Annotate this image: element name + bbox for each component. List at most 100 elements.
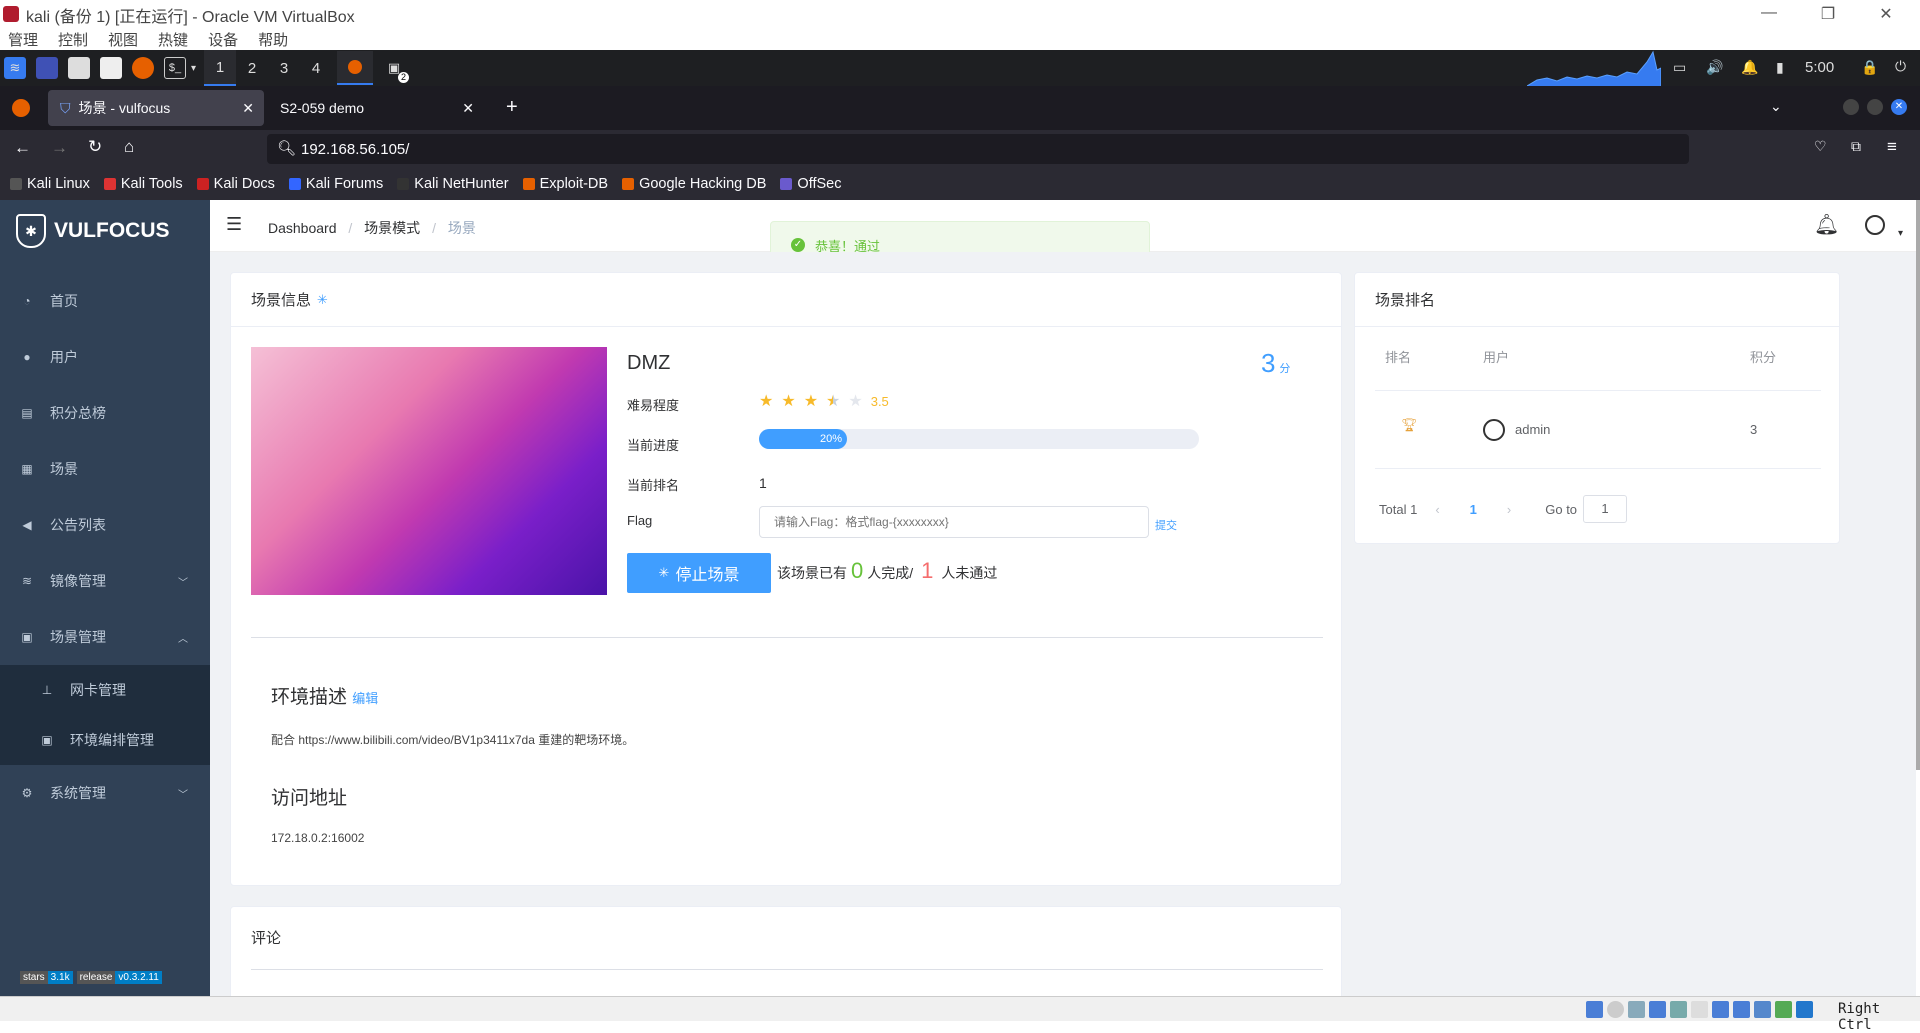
close-icon[interactable]: ✕ — [1871, 4, 1901, 26]
bookmark-kali-forums[interactable]: Kali Forums — [288, 176, 383, 192]
workspace-1[interactable]: 1 — [204, 50, 237, 86]
terminal-task-icon[interactable]: ▣ 2 — [383, 57, 410, 83]
list-tabs-icon[interactable]: ⌄ — [1770, 98, 1782, 115]
workspace-3[interactable]: 3 — [268, 50, 300, 86]
menu-help[interactable]: 帮助 — [258, 29, 288, 50]
bookmark-kali-tools[interactable]: Kali Tools — [103, 176, 183, 192]
sidebar-item-scene-management[interactable]: ▣ 场景管理 ︿ — [0, 609, 210, 665]
star-empty-icon: ★ — [848, 393, 863, 410]
table-header-row: 排名 用户 积分 — [1375, 347, 1821, 391]
keyboard-capture-icon[interactable] — [1796, 1001, 1813, 1018]
stop-scene-button[interactable]: ✳ 停止场景 — [627, 553, 771, 593]
new-tab-icon[interactable]: + — [506, 96, 518, 119]
power-icon[interactable]: ⏻ — [1895, 58, 1906, 75]
menu-view[interactable]: 视图 — [108, 29, 138, 50]
breadcrumb-scene-mode[interactable]: 场景模式 — [364, 220, 420, 236]
clock[interactable]: 5:00 — [1805, 59, 1834, 76]
scene-name: DMZ — [627, 352, 671, 374]
edit-link[interactable]: 编辑 — [352, 691, 378, 706]
submit-flag-link[interactable]: 提交 — [1155, 517, 1177, 533]
caret-down-icon[interactable]: ▾ — [1898, 228, 1903, 239]
bell-icon[interactable]: 🔔︎ — [1814, 212, 1839, 237]
desktop-icon[interactable] — [36, 57, 58, 79]
bookmark-exploit-db[interactable]: Exploit-DB — [522, 176, 608, 192]
sidebar-item-announcements[interactable]: ◀ 公告列表 — [0, 497, 210, 553]
network-icon[interactable] — [1649, 1001, 1666, 1018]
github-badges[interactable]: stars 3.1k release v0.3.2.11 — [20, 971, 162, 984]
menu-hotkey[interactable]: 热键 — [158, 29, 188, 50]
url-bar[interactable]: 🔍︎ 192.168.56.105/ — [267, 134, 1689, 164]
col-user: 用户 — [1483, 350, 1510, 365]
window-close-icon[interactable]: ✕ — [1891, 99, 1907, 115]
prev-page-icon[interactable]: ‹ — [1435, 502, 1439, 517]
sidebar-item-scenes[interactable]: ▦ 场景 — [0, 441, 210, 497]
recording-icon[interactable] — [1733, 1001, 1750, 1018]
reload-icon[interactable]: ↻ — [88, 137, 102, 157]
chevron-down-icon[interactable]: ▾ — [191, 63, 196, 74]
sidebar-item-leaderboard[interactable]: ▤ 积分总榜 — [0, 385, 210, 441]
page-1[interactable]: 1 — [1470, 502, 1477, 517]
bookmark-google-hacking-db[interactable]: Google Hacking DB — [622, 176, 766, 192]
menu-control[interactable]: 控制 — [58, 29, 88, 50]
tab-s2-059[interactable]: S2-059 demo ✕ — [268, 90, 484, 126]
workspace-4[interactable]: 4 — [300, 50, 332, 86]
firefox-icon[interactable] — [132, 57, 154, 79]
volume-icon[interactable]: 🔊 — [1706, 59, 1723, 76]
bookmark-offsec[interactable]: OffSec — [780, 176, 841, 192]
usb-icon[interactable] — [1628, 1001, 1645, 1018]
extensions-icon[interactable]: ⧉ — [1851, 138, 1861, 155]
hamburger-icon[interactable]: ☰ — [226, 214, 242, 235]
sidebar-item-images[interactable]: ≋ 镜像管理 ﹀ — [0, 553, 210, 609]
back-icon[interactable]: ← — [14, 138, 31, 158]
window-minimize-icon[interactable] — [1843, 99, 1859, 115]
close-tab-icon[interactable]: ✕ — [242, 100, 254, 117]
vt-icon[interactable] — [1754, 1001, 1771, 1018]
forward-icon[interactable]: → — [51, 138, 68, 158]
kali-menu-icon[interactable]: ≋ — [4, 57, 26, 79]
lock-icon[interactable]: 🔒 — [1861, 59, 1878, 76]
bookmark-kali-nethunter[interactable]: Kali NetHunter — [397, 176, 509, 192]
sidebar-item-nic-management[interactable]: ⊥ 网卡管理 — [0, 665, 210, 715]
breadcrumb-dashboard[interactable]: Dashboard — [268, 220, 337, 236]
terminal-icon[interactable]: $_ — [164, 57, 186, 79]
optical-disk-icon[interactable] — [1607, 1001, 1624, 1018]
firefox-task-icon[interactable] — [337, 51, 374, 85]
notification-bell-icon[interactable]: 🔔 — [1741, 59, 1758, 76]
text-editor-icon[interactable] — [100, 57, 122, 79]
restore-icon[interactable]: ❐ — [1813, 4, 1843, 26]
minimize-icon[interactable]: — — [1754, 4, 1784, 26]
audio-icon[interactable] — [1586, 1001, 1603, 1018]
address-value[interactable]: 172.18.0.2:16002 — [271, 831, 364, 845]
display-icon[interactable] — [1712, 1001, 1729, 1018]
sidebar-item-home[interactable]: ◔ 首页 — [0, 273, 210, 329]
star-half-icon: ★ — [826, 393, 841, 410]
vertical-scrollbar[interactable] — [1916, 200, 1920, 770]
menu-icon[interactable]: ≡ — [1887, 137, 1897, 157]
close-tab-icon[interactable]: ✕ — [462, 100, 474, 117]
clipboard-icon[interactable] — [1691, 1001, 1708, 1018]
pocket-icon[interactable]: ♡ — [1814, 138, 1827, 155]
bookmark-kali-linux[interactable]: Kali Linux — [10, 176, 90, 192]
avatar[interactable] — [1865, 215, 1885, 235]
menu-manage[interactable]: 管理 — [8, 29, 38, 50]
workspace-2[interactable]: 2 — [236, 50, 268, 86]
firefox-view-icon[interactable] — [12, 99, 30, 117]
window-maximize-icon[interactable] — [1867, 99, 1883, 115]
flag-input[interactable] — [759, 506, 1149, 538]
bookmark-kali-docs[interactable]: Kali Docs — [196, 176, 275, 192]
brand-logo[interactable]: ✱ VULFOCUS — [16, 214, 170, 248]
display-icon[interactable]: ▭ — [1673, 59, 1686, 76]
menu-devices[interactable]: 设备 — [208, 29, 238, 50]
sidebar-item-system[interactable]: ⚙ 系统管理 ﹀ — [0, 765, 210, 821]
next-page-icon[interactable]: › — [1507, 502, 1511, 517]
battery-icon[interactable]: ▮ — [1776, 59, 1784, 76]
shared-folder-icon[interactable] — [1670, 1001, 1687, 1018]
goto-input[interactable]: 1 — [1583, 495, 1628, 523]
sidebar-item-users[interactable]: ● 用户 — [0, 329, 210, 385]
tab-vulfocus[interactable]: ⛉ 场景 - vulfocus ✕ — [48, 90, 264, 126]
home-icon[interactable]: ⌂ — [124, 137, 134, 157]
completed-count: 0 — [851, 558, 864, 583]
sidebar-item-orchestration[interactable]: ▣ 环境编排管理 — [0, 715, 210, 765]
mouse-integration-icon[interactable] — [1775, 1001, 1792, 1018]
file-manager-icon[interactable] — [68, 57, 90, 79]
